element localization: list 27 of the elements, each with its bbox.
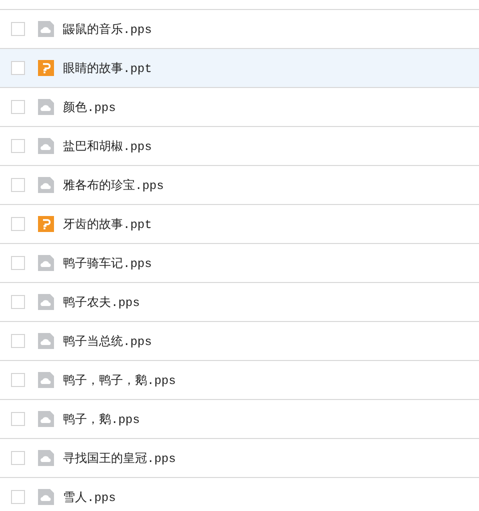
checkbox[interactable] [11, 139, 25, 153]
file-name: 眼睛的故事.ppt [63, 60, 152, 76]
checkbox[interactable] [11, 217, 25, 231]
checkbox[interactable] [11, 178, 25, 192]
file-name: 鸭子，鹅.pps [63, 412, 140, 428]
checkbox[interactable] [11, 334, 25, 348]
checkbox[interactable] [11, 295, 25, 309]
checkbox[interactable] [11, 490, 25, 504]
file-name: 盐巴和胡椒.pps [63, 138, 152, 154]
file-name: 鸭子，鸭子，鹅.pps [63, 372, 176, 388]
checkbox[interactable] [11, 61, 25, 75]
checkbox[interactable] [11, 22, 25, 36]
checkbox[interactable] [11, 412, 25, 426]
file-name: 雪人.pps [63, 490, 116, 506]
checkbox[interactable] [11, 451, 25, 465]
file-name: 鸭子当总统.pps [63, 334, 152, 350]
file-name: 鼹鼠的音乐.pps [63, 22, 152, 38]
checkbox[interactable] [11, 100, 25, 114]
checkbox[interactable] [11, 256, 25, 270]
checkbox[interactable] [11, 373, 25, 387]
file-row[interactable]: 眼睛的故事.ppt [0, 48, 479, 87]
file-name: 牙齿的故事.ppt [63, 216, 152, 232]
file-name: 寻找国王的皇冠.pps [63, 450, 176, 466]
file-name: 雅各布的珍宝.pps [63, 178, 164, 194]
file-name: 颜色.pps [63, 100, 116, 116]
file-name: 鸭子骑车记.pps [63, 256, 152, 272]
file-name: 鸭子农夫.pps [63, 294, 140, 310]
